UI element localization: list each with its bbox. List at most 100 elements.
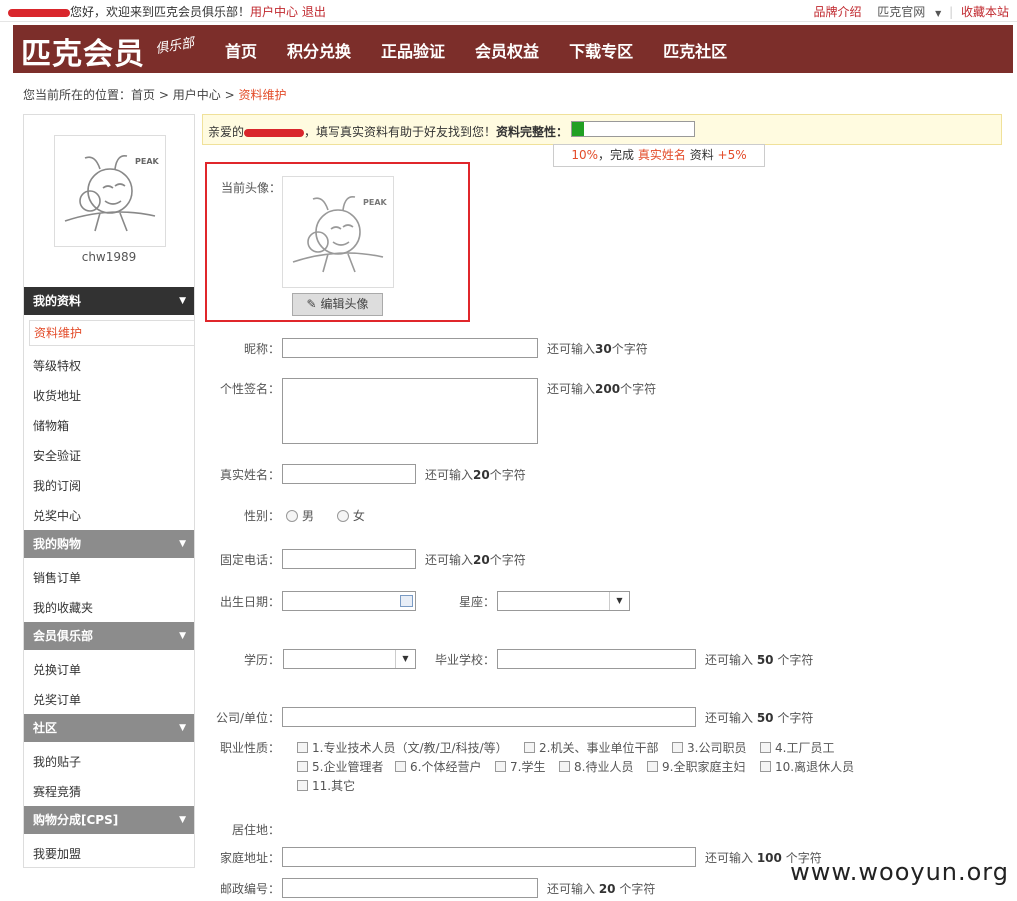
education-select[interactable]: ▼ (283, 649, 416, 669)
section-my-shopping[interactable]: 我的购物 ▼ (24, 530, 194, 558)
gender-label: 性别： (243, 509, 280, 523)
edit-avatar-button[interactable]: ✎ 编辑头像 (292, 293, 383, 316)
nav-benefits[interactable]: 会员权益 (475, 38, 539, 62)
greeting-text: 您好，欢迎来到匹克会员俱乐部！ (70, 5, 251, 19)
brand-intro-link[interactable]: 品牌介绍 (813, 5, 861, 19)
hint-post: 个字符 (611, 342, 648, 356)
sidebar-item-exchange-orders[interactable]: 兑换订单 (33, 661, 81, 678)
sidebar-item-join[interactable]: 我要加盟 (33, 845, 81, 862)
postcode-input[interactable] (282, 878, 538, 898)
nav-points[interactable]: 积分兑换 (287, 38, 351, 62)
nav-verify[interactable]: 正品验证 (381, 38, 445, 62)
occupation-option-6[interactable]: 6.个体经营户 (395, 758, 481, 775)
sidebar-item-match-quiz[interactable]: 赛程竞猜 (33, 783, 81, 800)
signature-label: 个性签名： (219, 382, 280, 396)
company-input[interactable] (282, 707, 696, 727)
occupation-label: 职业性质： (219, 741, 280, 755)
tip-done: ，完成 (598, 148, 635, 162)
school-label: 毕业学校： (434, 653, 495, 667)
school-input[interactable] (497, 649, 696, 669)
hint-post: 个字符 (489, 468, 526, 482)
sidebar-item-storage-box[interactable]: 储物箱 (33, 417, 69, 434)
username: chw1989 (81, 250, 137, 264)
hint-num: 50 (756, 711, 774, 725)
checkbox-icon (647, 761, 658, 772)
occupation-option-label: 8.待业人员 (574, 760, 634, 774)
occupation-option-4[interactable]: 4.工厂员工 (760, 739, 834, 756)
checkbox-icon (760, 761, 771, 772)
section-member-club[interactable]: 会员俱乐部 ▼ (24, 622, 194, 650)
sidebar-item-sales-orders[interactable]: 销售订单 (33, 569, 81, 586)
sidebar-item-favorites[interactable]: 我的收藏夹 (33, 599, 93, 616)
occupation-option-label: 6.个体经营户 (410, 760, 482, 774)
occupation-option-8[interactable]: 8.待业人员 (559, 758, 633, 775)
section-cps[interactable]: 购物分成[CPS] ▼ (24, 806, 194, 834)
occupation-option-5[interactable]: 5.企业管理者 (297, 758, 383, 775)
ant-mascot-icon: PEAK (292, 195, 388, 273)
phone-input[interactable] (282, 549, 416, 569)
official-site-label: 匹克官网 (877, 5, 926, 19)
company-label: 公司/单位： (215, 711, 280, 725)
divider: | (949, 5, 954, 19)
checkbox-icon (524, 742, 535, 753)
sidebar-item-level-privileges[interactable]: 等级特权 (33, 357, 81, 374)
bookmark-link[interactable]: 收藏本站 (961, 5, 1009, 19)
watermark: www.wooyun.org (790, 858, 1009, 886)
sidebar-item-subscriptions[interactable]: 我的订阅 (33, 477, 81, 494)
tip-data: 资料 (689, 148, 714, 162)
zodiac-label: 星座： (458, 595, 495, 609)
gender-female-radio[interactable]: 女 (336, 509, 365, 523)
gender-male-radio[interactable]: 男 (286, 509, 314, 523)
sidebar-item-shipping-address[interactable]: 收货地址 (33, 387, 81, 404)
occupation-option-9[interactable]: 9.全职家庭主妇 (647, 758, 745, 775)
section-title: 我的资料 (33, 294, 82, 308)
radio-icon (286, 510, 298, 522)
nav-community[interactable]: 匹克社区 (663, 38, 727, 62)
nav-home[interactable]: 首页 (225, 38, 257, 62)
breadcrumb-user-center[interactable]: 用户中心 (173, 88, 221, 102)
user-center-link[interactable]: 用户中心 (250, 5, 298, 19)
hint-pre: 还可输入 (705, 653, 757, 667)
logout-link[interactable]: 退出 (302, 5, 326, 19)
calendar-icon[interactable] (400, 595, 413, 607)
hint-post: 个字符 (773, 711, 814, 725)
occupation-option-1[interactable]: 1.专业技术人员（文/教/卫/科技/等） (297, 739, 508, 756)
notice-complete-label: 资料完整性： (496, 125, 569, 139)
occupation-option-7[interactable]: 7.学生 (495, 758, 545, 775)
official-site-link[interactable]: 匹克官网 ▼ (871, 5, 941, 19)
signature-textarea[interactable] (282, 378, 538, 444)
section-my-profile[interactable]: 我的资料 ▼ (24, 287, 194, 315)
tip-plus: +5% (717, 148, 747, 162)
sidebar-item-my-posts[interactable]: 我的贴子 (33, 753, 81, 770)
nav-downloads[interactable]: 下载专区 (569, 38, 633, 62)
birthday-label: 出生日期： (219, 595, 280, 609)
birthday-input[interactable] (282, 591, 416, 611)
occupation-option-3[interactable]: 3.公司职员 (672, 739, 746, 756)
sidebar-item-profile-maintenance[interactable]: 资料维护 (29, 320, 194, 346)
realname-input[interactable] (282, 464, 416, 484)
occupation-option-2[interactable]: 2.机关、事业单位干部 (524, 739, 658, 756)
zodiac-select[interactable]: ▼ (497, 591, 630, 611)
notice-dear: 亲爱的 (208, 125, 245, 139)
redacted-username (244, 128, 305, 137)
occupation-option-10[interactable]: 10.离退休人员 (760, 758, 854, 775)
nickname-input[interactable] (282, 338, 538, 358)
hint-pre: 还可输入 (705, 851, 757, 865)
breadcrumb: 您当前所在的位置：首页 > 用户中心 > 资料维护 (23, 86, 287, 103)
sidebar-item-prize-center[interactable]: 兑奖中心 (33, 507, 81, 524)
occupation-option-11[interactable]: 11.其它 (297, 777, 355, 794)
profile-notice: 亲爱的 ，填写真实资料有助于好友找到您！资料完整性： (202, 114, 1002, 145)
breadcrumb-home[interactable]: 首页 (131, 88, 155, 102)
occupation-option-label: 5.企业管理者 (312, 760, 384, 774)
section-community[interactable]: 社区 ▼ (24, 714, 194, 742)
sidebar-item-prize-orders[interactable]: 兑奖订单 (33, 691, 81, 708)
hint-pre: 还可输入 (547, 342, 596, 356)
sidebar-item-security[interactable]: 安全验证 (33, 447, 81, 464)
address-input[interactable] (282, 847, 696, 867)
tip-field-link[interactable]: 真实姓名 (638, 148, 686, 162)
site-logo[interactable]: 匹克会员 (21, 29, 145, 73)
sidebar-avatar[interactable]: PEAK (54, 135, 166, 247)
top-bar: 您好，欢迎来到匹克会员俱乐部！用户中心 退出 品牌介绍 匹克官网 ▼ | 收藏本… (0, 0, 1017, 22)
greeting: 您好，欢迎来到匹克会员俱乐部！用户中心 退出 (8, 3, 326, 20)
logo-club-text: 俱乐部 (154, 35, 196, 58)
